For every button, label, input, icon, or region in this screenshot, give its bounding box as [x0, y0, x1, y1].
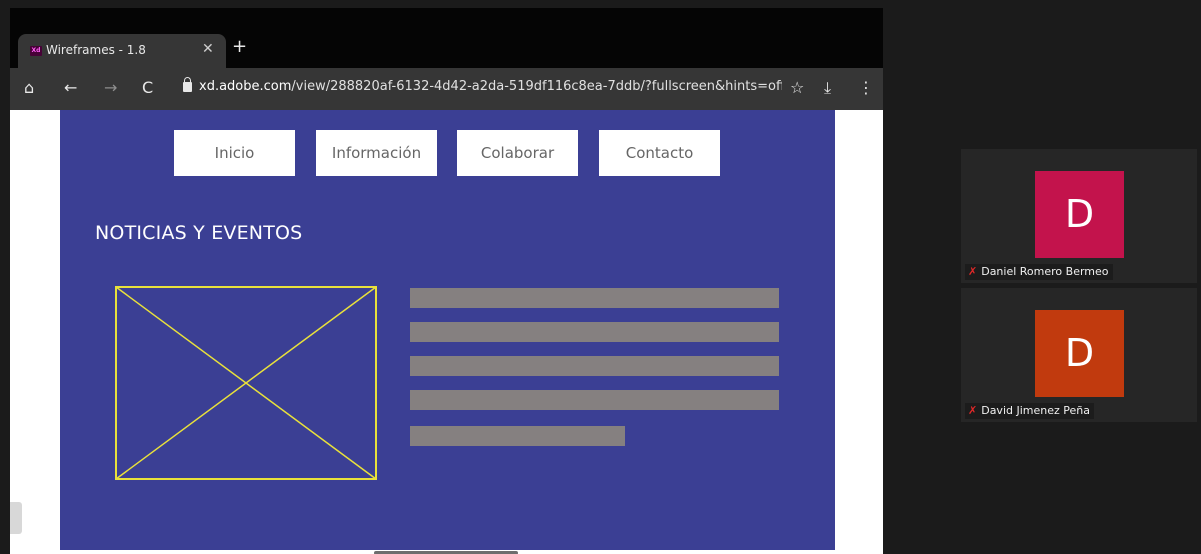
text-line-placeholder: [410, 356, 779, 376]
url-path: /view/288820af-6132-4d42-a2da-519df116c8…: [291, 79, 782, 94]
muted-mic-icon: ✗: [968, 404, 978, 417]
avatar: D: [1035, 310, 1124, 397]
download-icon[interactable]: ⤓: [824, 78, 831, 98]
scroll-handle[interactable]: [10, 502, 22, 534]
nav-button-informacion[interactable]: Información: [316, 130, 437, 176]
home-icon[interactable]: ⌂: [24, 78, 34, 98]
participant-tile[interactable]: D ✗ Daniel Romero Bermeo: [961, 149, 1197, 283]
web-viewport: Inicio Información Colaborar Contacto NO…: [10, 110, 883, 554]
browser-toolbar: ⌂ ← → C xd.adobe.com/view/288820af-6132-…: [10, 68, 883, 110]
participant-name-label: ✗ David Jimenez Peña: [965, 403, 1094, 419]
back-arrow-icon[interactable]: ←: [64, 78, 77, 98]
star-bookmark-icon[interactable]: ☆: [790, 78, 804, 98]
text-line-placeholder: [410, 390, 779, 410]
muted-mic-icon: ✗: [968, 265, 978, 278]
participant-tile[interactable]: D ✗ David Jimenez Peña: [961, 288, 1197, 422]
screen: Xd Wireframes - 1.8 ✕ + ⌂ ← → C xd.adobe…: [0, 0, 1201, 554]
section-title: NOTICIAS Y EVENTOS: [95, 222, 303, 244]
url-host: xd.adobe.com: [199, 79, 292, 94]
address-bar[interactable]: xd.adobe.com/view/288820af-6132-4d42-a2d…: [199, 79, 782, 94]
forward-arrow-icon[interactable]: →: [104, 78, 117, 98]
text-line-placeholder: [410, 288, 779, 308]
browser-tab-strip: Xd Wireframes - 1.8 ✕ +: [10, 8, 883, 68]
plus-icon[interactable]: +: [232, 36, 247, 57]
adobe-xd-favicon-icon: Xd: [30, 46, 42, 56]
close-icon[interactable]: ✕: [202, 41, 214, 57]
nav-button-contacto[interactable]: Contacto: [599, 130, 720, 176]
lock-icon: [183, 77, 192, 92]
participant-name: Daniel Romero Bermeo: [981, 265, 1109, 278]
browser-tab[interactable]: Xd Wireframes - 1.8 ✕: [18, 34, 226, 68]
more-menu-icon[interactable]: ⋮: [858, 78, 874, 98]
wireframe-page: Inicio Información Colaborar Contacto NO…: [60, 110, 835, 550]
shared-screen: Xd Wireframes - 1.8 ✕ + ⌂ ← → C xd.adobe…: [10, 8, 883, 554]
nav-button-inicio[interactable]: Inicio: [174, 130, 295, 176]
tab-title: Wireframes - 1.8: [46, 43, 146, 57]
reload-icon[interactable]: C: [142, 78, 153, 98]
text-line-placeholder: [410, 322, 779, 342]
nav-button-colaborar[interactable]: Colaborar: [457, 130, 578, 176]
avatar: D: [1035, 171, 1124, 258]
text-line-placeholder: [410, 426, 625, 446]
participant-name: David Jimenez Peña: [981, 404, 1090, 417]
participant-name-label: ✗ Daniel Romero Bermeo: [965, 264, 1113, 280]
image-placeholder: [115, 286, 377, 480]
